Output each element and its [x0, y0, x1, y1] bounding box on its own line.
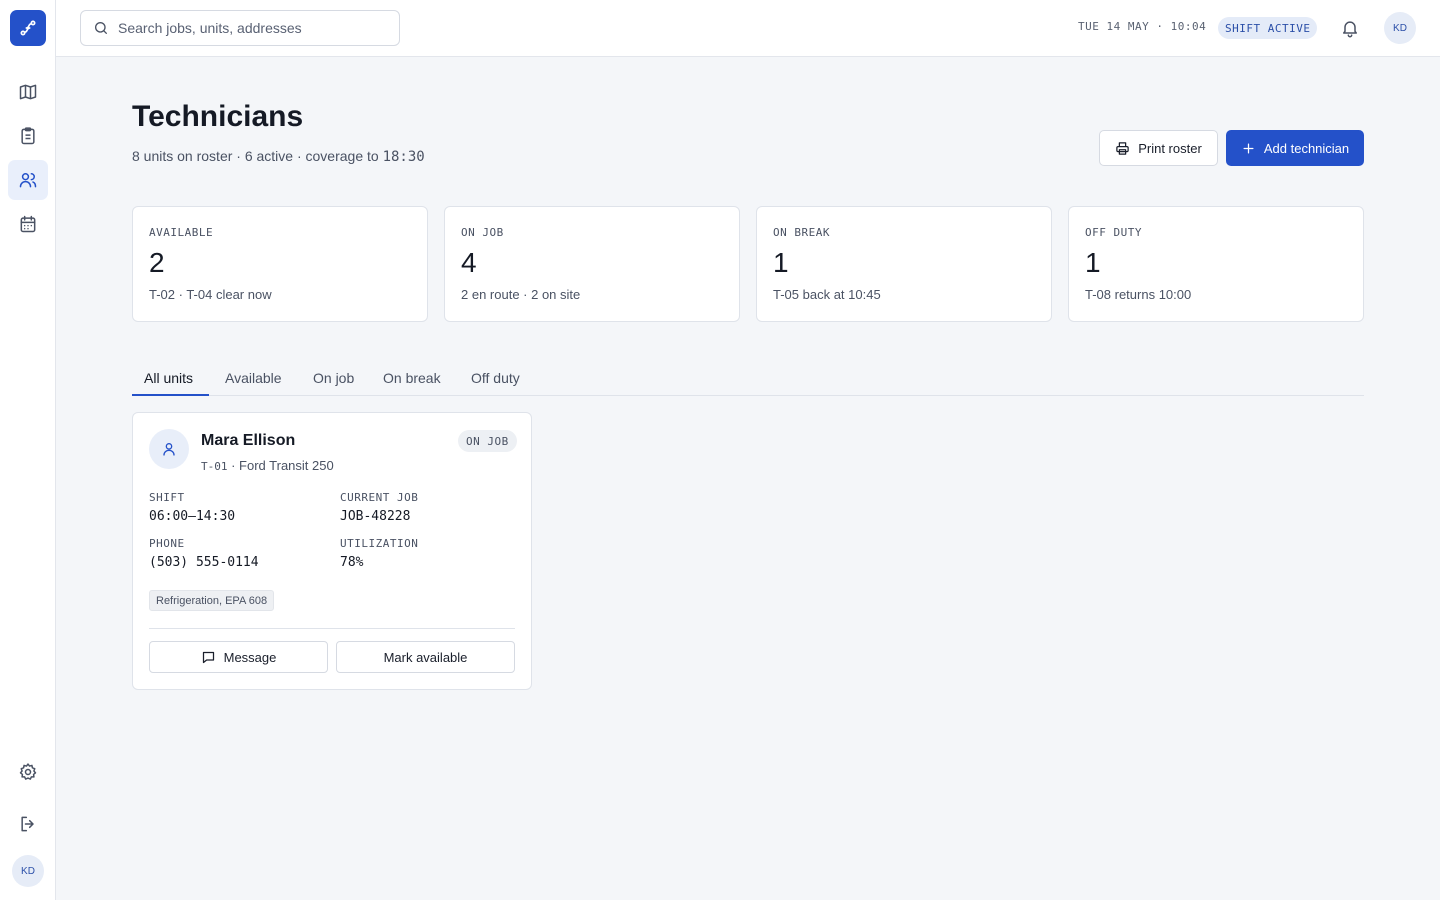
users-icon — [19, 173, 37, 188]
stat-card-on-break: ON BREAK 1 T-05 back at 10:45 — [756, 206, 1052, 322]
datetime-readout: TUE 14 MAY · 10:04 — [1078, 20, 1207, 33]
tab-off-duty[interactable]: Off duty — [459, 362, 532, 396]
stat-label: AVAILABLE — [149, 226, 214, 239]
add-technician-button[interactable]: Add technician — [1226, 130, 1364, 166]
technician-avatar — [149, 429, 189, 469]
add-technician-label: Add technician — [1263, 140, 1350, 156]
tab-available[interactable]: Available — [213, 362, 294, 396]
printer-icon — [1116, 141, 1129, 155]
message-icon — [202, 651, 214, 663]
nav-logout[interactable] — [8, 804, 48, 844]
sidebar: KD — [0, 0, 56, 900]
stat-value: 1 — [773, 247, 789, 278]
shift-value: 06:00–14:30 — [149, 509, 236, 524]
tab-all-units[interactable]: All units — [132, 362, 209, 396]
stat-label: ON JOB — [461, 226, 504, 239]
skill-tag: Refrigeration, EPA 608 — [149, 590, 275, 611]
phone-value: (503) 555-0114 — [149, 555, 259, 570]
utilization-label: UTILIZATION — [340, 537, 419, 550]
status-tabs: All units Available On job On break Off … — [132, 362, 1364, 396]
gear-icon — [19, 763, 37, 780]
utilization-value: 78% — [340, 555, 364, 570]
search-icon — [95, 22, 107, 34]
technician-unit: T-01 · Ford Transit 250 — [201, 458, 334, 473]
technician-card: Mara Ellison T-01 · Ford Transit 250 ON … — [132, 412, 532, 690]
mark-available-label: Mark available — [383, 649, 468, 665]
coverage-time: 18:30 — [382, 149, 425, 165]
stat-value: 4 — [461, 247, 477, 278]
stat-note: T-08 returns 10:00 — [1085, 287, 1192, 302]
stat-label: ON BREAK — [773, 226, 830, 239]
current-job-label: CURRENT JOB — [340, 491, 419, 504]
plus-icon — [1243, 143, 1254, 153]
print-roster-button[interactable]: Print roster — [1099, 130, 1218, 166]
tab-on-break[interactable]: On break — [371, 362, 453, 396]
stat-card-off-duty: OFF DUTY 1 T-08 returns 10:00 — [1068, 206, 1364, 322]
topbar: TUE 14 MAY · 10:04 SHIFT ACTIVE KD — [56, 0, 1440, 57]
nav-technicians[interactable] — [8, 160, 48, 200]
bell-icon[interactable] — [1340, 18, 1360, 38]
mark-available-button[interactable]: Mark available — [336, 641, 515, 673]
stat-card-on-job: ON JOB 4 2 en route · 2 on site — [444, 206, 740, 322]
card-divider — [149, 628, 515, 629]
status-badge: ON JOB — [458, 430, 517, 452]
nav-schedule[interactable] — [8, 204, 48, 244]
user-icon — [163, 443, 175, 456]
route-icon — [20, 20, 36, 36]
unit-id: T-01 — [201, 460, 228, 473]
tab-on-job[interactable]: On job — [301, 362, 366, 396]
vehicle-name: · Ford Transit 250 — [227, 458, 334, 473]
stat-note: T-02 · T-04 clear now — [149, 287, 272, 302]
stat-note: 2 en route · 2 on site — [461, 287, 581, 302]
nav-jobs[interactable] — [8, 116, 48, 156]
user-avatar[interactable]: KD — [1384, 12, 1416, 44]
app-logo[interactable] — [10, 10, 46, 46]
shift-status-badge: SHIFT ACTIVE — [1218, 17, 1318, 39]
map-icon — [19, 84, 37, 100]
print-roster-label: Print roster — [1138, 140, 1202, 156]
stat-label: OFF DUTY — [1085, 226, 1142, 239]
search-box[interactable] — [80, 10, 400, 46]
nav-settings[interactable] — [8, 752, 48, 792]
technician-name: Mara Ellison — [201, 432, 296, 449]
current-job-value[interactable]: JOB-48228 — [340, 509, 410, 524]
message-label: Message — [223, 649, 277, 665]
search-input[interactable] — [118, 20, 388, 36]
stat-value: 2 — [149, 247, 165, 278]
stat-card-available: AVAILABLE 2 T-02 · T-04 clear now — [132, 206, 428, 322]
page-subtitle: 8 units on roster · 6 active · coverage … — [132, 148, 425, 165]
stat-value: 1 — [1085, 247, 1101, 278]
phone-label: PHONE — [149, 537, 185, 550]
logout-icon — [21, 816, 34, 832]
calendar-icon — [20, 215, 36, 233]
shift-label: SHIFT — [149, 491, 185, 504]
clipboard-icon — [21, 127, 35, 145]
nav-map[interactable] — [8, 72, 48, 112]
stat-note: T-05 back at 10:45 — [773, 287, 881, 302]
roster-summary: 8 units on roster · 6 active · coverage … — [132, 148, 383, 164]
page-title: Technicians — [132, 100, 304, 133]
sidebar-avatar[interactable]: KD — [12, 855, 44, 887]
message-button[interactable]: Message — [149, 641, 328, 673]
